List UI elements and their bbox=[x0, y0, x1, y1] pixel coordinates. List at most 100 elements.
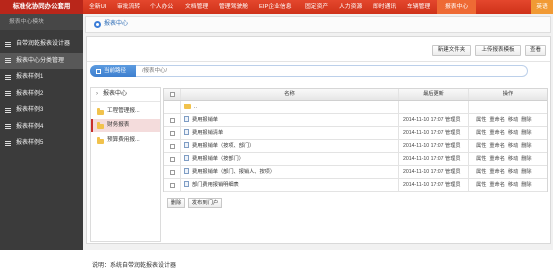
path-value: /报表中心/ bbox=[142, 68, 168, 74]
table-header-row: 名称 最后更新 操作 bbox=[164, 89, 547, 101]
properties-link[interactable]: 属性 bbox=[476, 130, 486, 136]
nav-item-eip[interactable]: EIP企业信息 bbox=[259, 0, 292, 14]
nav-item-vehicles[interactable]: 车辆管理 bbox=[407, 0, 430, 14]
properties-link[interactable]: 属性 bbox=[476, 117, 486, 123]
table-row[interactable]: 费用报销单 2014-11-10 17:07 管理员 属性 重命名 移动 删除 bbox=[164, 114, 547, 127]
top-header: 标准化协同办公套用 全新UI 审批流转 个人办公 文档管理 管理驾驶舱 EIP企… bbox=[0, 0, 553, 14]
properties-link[interactable]: 属性 bbox=[476, 169, 486, 175]
report-name-link[interactable]: 费用报销清单 bbox=[192, 130, 223, 136]
delete-link[interactable]: 删除 bbox=[521, 182, 531, 188]
nav-item-management-cockpit[interactable]: 管理驾驶舱 bbox=[219, 0, 248, 14]
folder-icon bbox=[97, 137, 104, 144]
row-checkbox[interactable] bbox=[169, 156, 175, 162]
rename-link[interactable]: 重命名 bbox=[489, 130, 505, 136]
table-row[interactable]: 费用报销单（按项、部门） 2014-11-10 17:07 管理员 属性 重命名… bbox=[164, 140, 547, 153]
report-file-table: 名称 最后更新 操作 .. 费用报销单 2014-11-10 17:07 管理员… bbox=[163, 88, 548, 192]
updated-time: 2014-11-10 17:07 bbox=[403, 182, 444, 188]
column-header-name[interactable]: 名称 bbox=[181, 89, 399, 100]
tree-item-engineering-reports[interactable]: 工程管理报... bbox=[91, 105, 160, 118]
table-row[interactable]: 费用报销清单 2014-11-10 17:07 管理员 属性 重命名 移动 删除 bbox=[164, 127, 547, 140]
sidebar-item-report-designer[interactable]: 自带润乾报表设计器 bbox=[0, 36, 83, 52]
tree-root[interactable]: › 报表中心 bbox=[91, 88, 160, 102]
column-header-updated[interactable]: 最后更新 bbox=[399, 89, 469, 100]
updated-time: 2014-11-10 17:07 bbox=[403, 156, 444, 162]
sidebar-item-sample-1[interactable]: 报表样例1 bbox=[0, 69, 83, 85]
sidebar-item-label: 自带润乾报表设计器 bbox=[16, 41, 71, 47]
path-label-tab: 当前路径 bbox=[90, 65, 136, 77]
breadcrumb: 报表中心 bbox=[85, 16, 551, 33]
sidebar-item-sample-4[interactable]: 报表样例4 bbox=[0, 119, 83, 135]
table-row[interactable]: 部门费用报销明细表 2014-11-10 17:07 管理员 属性 重命名 移动… bbox=[164, 179, 547, 192]
sidebar-item-sample-2[interactable]: 报表样例2 bbox=[0, 86, 83, 102]
report-name-link[interactable]: 费用报销单（按项、部门） bbox=[192, 143, 254, 149]
delete-link[interactable]: 删除 bbox=[521, 117, 531, 123]
nav-item-documents[interactable]: 文档管理 bbox=[185, 0, 208, 14]
tree-item-label: 工程管理报... bbox=[107, 108, 140, 114]
table-row[interactable]: 费用报销单（按部门） 2014-11-10 17:07 管理员 属性 重命名 移… bbox=[164, 153, 547, 166]
move-link[interactable]: 移动 bbox=[508, 156, 518, 162]
upload-template-button[interactable]: 上传报表模板 bbox=[475, 45, 521, 56]
document-icon bbox=[184, 142, 189, 149]
nav-item-hr[interactable]: 人力资源 bbox=[339, 0, 362, 14]
nav-item-personal-office[interactable]: 个人办公 bbox=[150, 0, 173, 14]
nav-item-fixed-assets[interactable]: 固定资产 bbox=[305, 0, 328, 14]
tree-item-budget-reports[interactable]: 预算费用报... bbox=[91, 134, 160, 147]
nav-item-approval[interactable]: 审批流转 bbox=[117, 0, 140, 14]
bulk-delete-button[interactable]: 删除 bbox=[167, 198, 185, 208]
sidebar-item-sample-3[interactable]: 报表样例3 bbox=[0, 102, 83, 118]
rename-link[interactable]: 重命名 bbox=[489, 169, 505, 175]
list-icon bbox=[5, 140, 11, 146]
properties-link[interactable]: 属性 bbox=[476, 182, 486, 188]
table-row[interactable]: 费用报销单（部门、报销人、按项） 2014-11-10 17:07 管理员 属性… bbox=[164, 166, 547, 179]
move-link[interactable]: 移动 bbox=[508, 143, 518, 149]
report-name-link[interactable]: 费用报销单（部门、报销人、按项） bbox=[192, 169, 275, 175]
row-checkbox[interactable] bbox=[169, 130, 175, 136]
row-select-cell bbox=[164, 140, 181, 152]
row-checkbox[interactable] bbox=[169, 117, 175, 123]
new-folder-button[interactable]: 新建文件夹 bbox=[432, 45, 471, 56]
report-name-link[interactable]: 部门费用报销明细表 bbox=[192, 182, 239, 188]
select-all-checkbox[interactable] bbox=[169, 92, 175, 97]
move-link[interactable]: 移动 bbox=[508, 182, 518, 188]
report-name-link[interactable]: 费用报销单 bbox=[192, 117, 218, 123]
parent-folder-row[interactable]: .. bbox=[164, 101, 547, 114]
updated-by: 管理员 bbox=[445, 130, 461, 136]
nav-item-instant-messaging[interactable]: 即时通讯 bbox=[373, 0, 396, 14]
properties-link[interactable]: 属性 bbox=[476, 143, 486, 149]
tree-item-financial-reports[interactable]: 财务报表 bbox=[91, 119, 160, 132]
sidebar-item-category-management[interactable]: 报表中心分类管理 bbox=[0, 52, 83, 69]
sidebar-item-sample-5[interactable]: 报表样例5 bbox=[0, 135, 83, 151]
sidebar-module-title: 报表中心模块 bbox=[0, 14, 83, 30]
delete-link[interactable]: 删除 bbox=[521, 143, 531, 149]
updated-time: 2014-11-10 17:07 bbox=[403, 169, 444, 175]
delete-link[interactable]: 删除 bbox=[521, 156, 531, 162]
language-switch[interactable]: 英语 bbox=[531, 0, 553, 14]
move-link[interactable]: 移动 bbox=[508, 130, 518, 136]
breadcrumb-label[interactable]: 报表中心 bbox=[104, 17, 128, 32]
parent-folder-link[interactable]: .. bbox=[194, 104, 197, 110]
report-name-link[interactable]: 费用报销单（按部门） bbox=[192, 156, 244, 162]
row-checkbox[interactable] bbox=[169, 169, 175, 175]
delete-link[interactable]: 删除 bbox=[521, 169, 531, 175]
properties-link[interactable]: 属性 bbox=[476, 156, 486, 162]
delete-link[interactable]: 删除 bbox=[521, 130, 531, 136]
name-cell: 费用报销单（按部门） bbox=[181, 153, 399, 165]
move-link[interactable]: 移动 bbox=[508, 169, 518, 175]
updated-cell: 2014-11-10 17:07 管理员 bbox=[399, 114, 469, 126]
rename-link[interactable]: 重命名 bbox=[489, 143, 505, 149]
publish-to-portal-button[interactable]: 发布到门户 bbox=[188, 198, 222, 208]
updated-by: 管理员 bbox=[445, 143, 461, 149]
view-button[interactable]: 查看 bbox=[525, 45, 546, 56]
rename-link[interactable]: 重命名 bbox=[489, 182, 505, 188]
list-icon bbox=[5, 74, 11, 80]
rename-link[interactable]: 重命名 bbox=[489, 117, 505, 123]
row-checkbox[interactable] bbox=[169, 182, 175, 188]
rename-link[interactable]: 重命名 bbox=[489, 156, 505, 162]
select-all-cell bbox=[164, 89, 181, 100]
nav-item-report-center[interactable]: 报表中心 bbox=[437, 0, 477, 14]
row-checkbox[interactable] bbox=[169, 143, 175, 149]
chevron-right-icon[interactable]: › bbox=[96, 88, 98, 101]
move-link[interactable]: 移动 bbox=[508, 117, 518, 123]
nav-item-new-ui[interactable]: 全新UI bbox=[89, 0, 106, 14]
list-icon bbox=[5, 91, 11, 96]
